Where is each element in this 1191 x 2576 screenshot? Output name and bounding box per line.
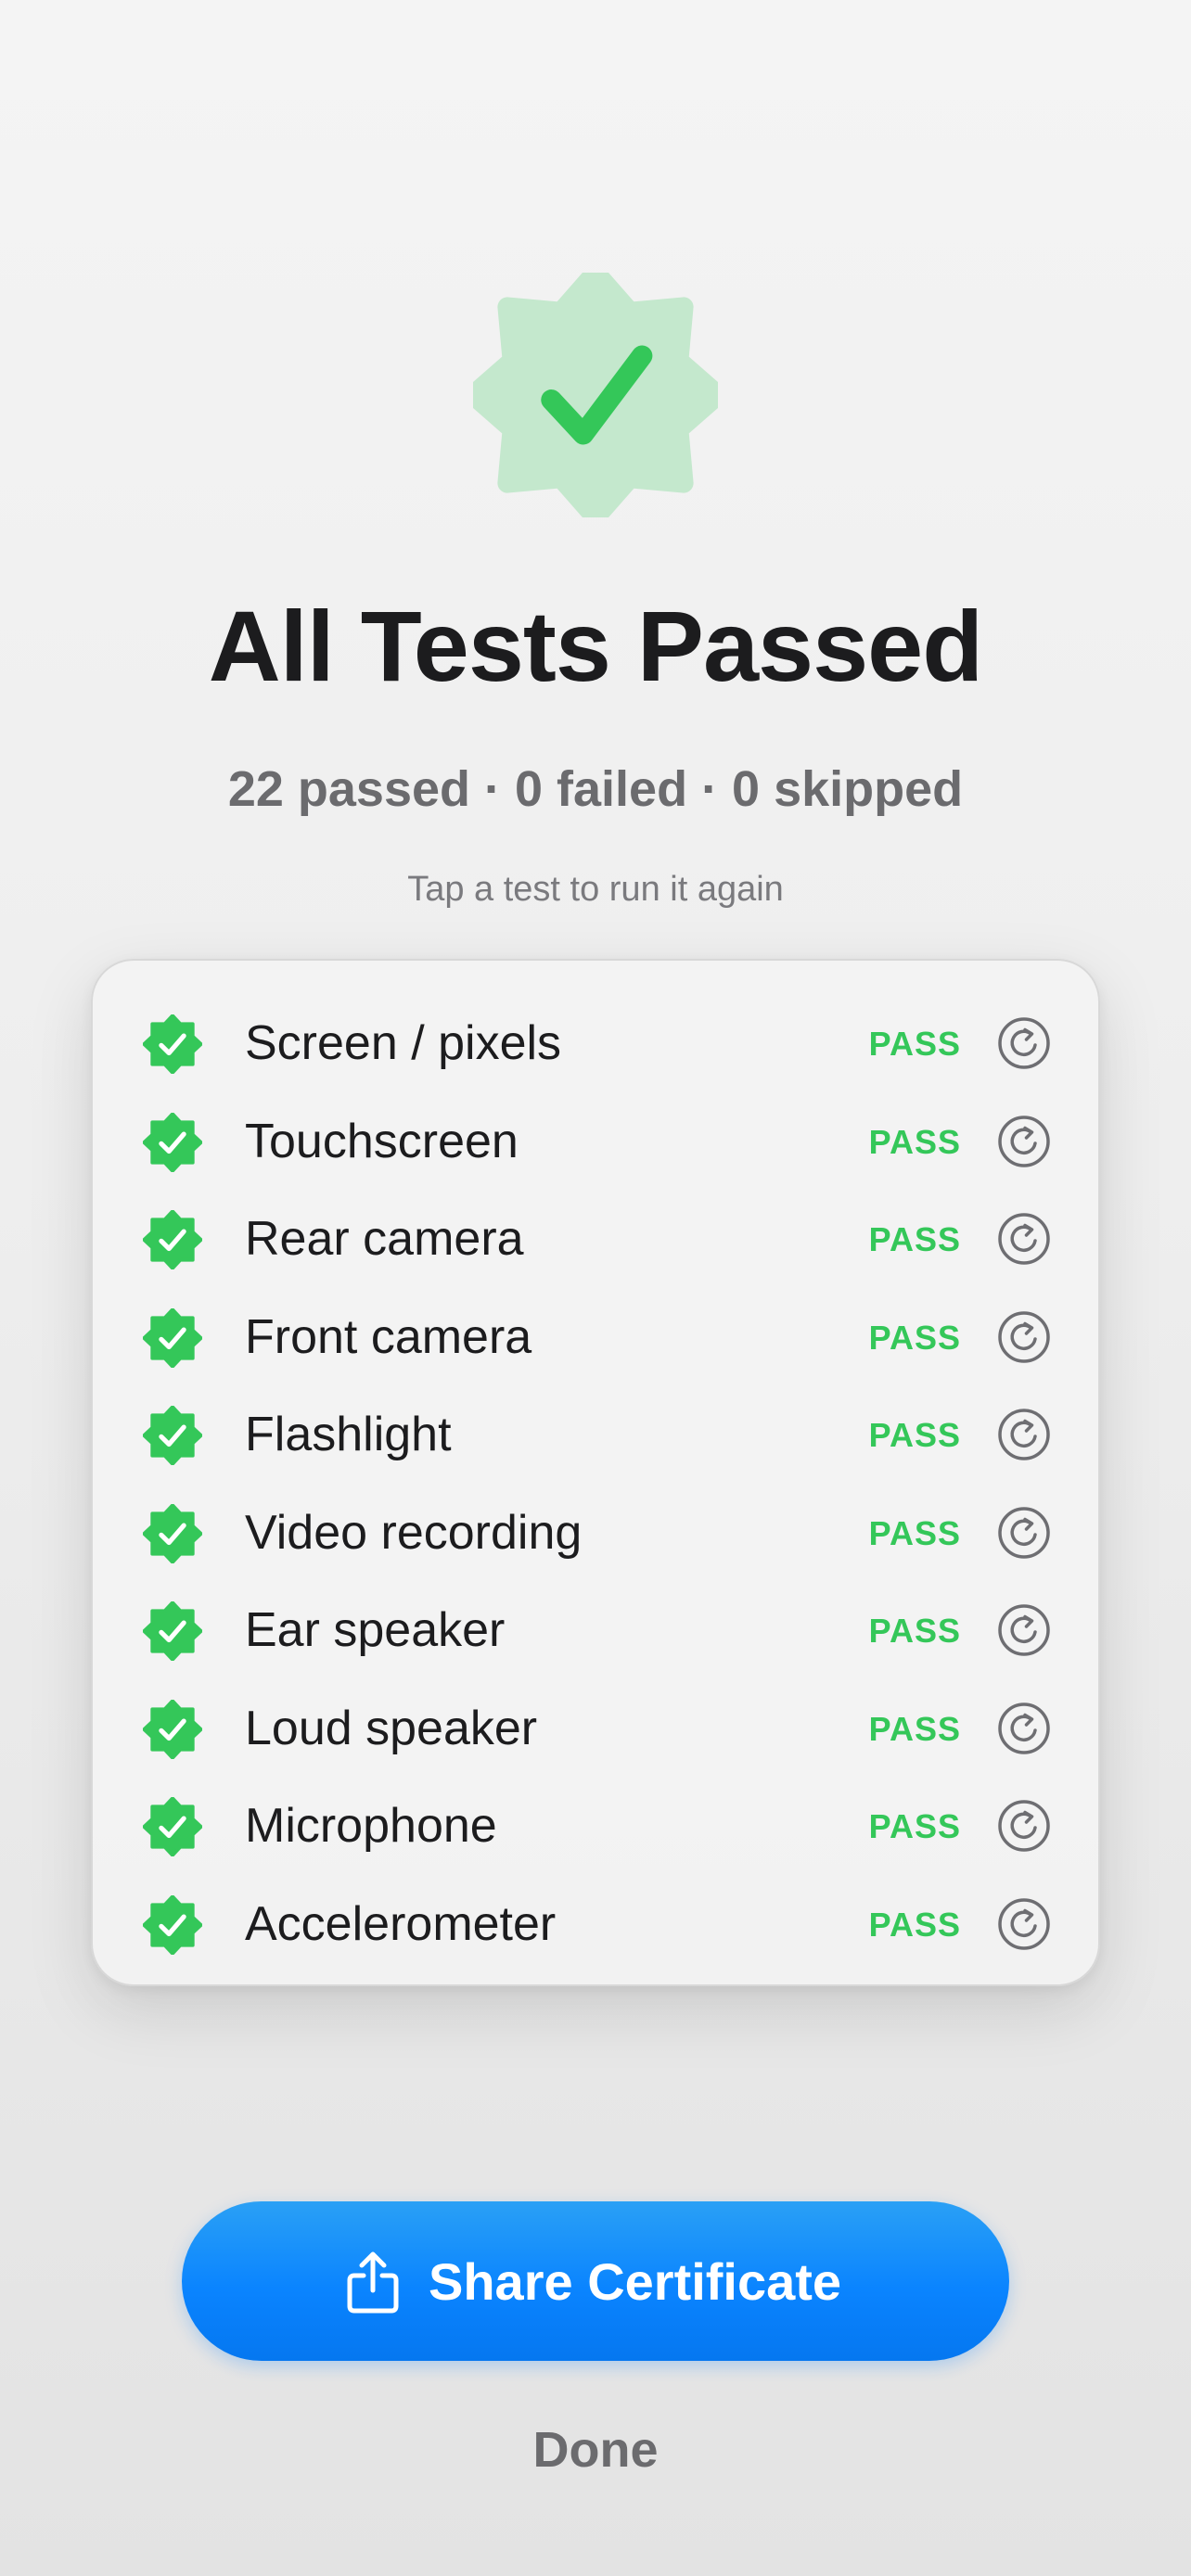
test-row[interactable]: Microphone PASS — [93, 1777, 1098, 1875]
test-name: Accelerometer — [245, 1896, 557, 1951]
checkmark-seal-icon — [143, 1014, 202, 1074]
rerun-arrow-icon[interactable] — [997, 1408, 1051, 1461]
rerun-arrow-icon[interactable] — [997, 1897, 1051, 1951]
pass-status: PASS — [868, 1807, 961, 1845]
pass-status: PASS — [868, 1220, 961, 1258]
checkmark-seal-icon — [143, 1210, 202, 1269]
checkmark-seal-icon — [143, 1797, 202, 1856]
test-name: Flashlight — [245, 1408, 452, 1461]
test-list: Screen / pixels PASS Touchscreen PASS Rear c… — [93, 994, 1098, 1972]
test-name: Video recording — [245, 1505, 583, 1560]
test-name: Loud speaker — [245, 1701, 538, 1755]
done-button[interactable]: Done — [410, 2415, 781, 2485]
rerun-arrow-icon[interactable] — [997, 1212, 1051, 1266]
checkmark-seal-icon — [143, 1503, 202, 1563]
checkmark-seal-icon — [143, 1406, 202, 1465]
pass-status: PASS — [868, 1905, 961, 1944]
pass-status: PASS — [868, 1612, 961, 1650]
checkmark-seal-icon — [143, 1894, 202, 1955]
test-row[interactable]: Screen / pixels PASS — [93, 994, 1098, 1092]
rerun-hint: Tap a test to run it again — [407, 870, 784, 909]
rerun-arrow-icon[interactable] — [997, 1016, 1051, 1070]
checkmark-seal-icon — [143, 1307, 202, 1368]
share-certificate-label: Share Certificate — [429, 2252, 842, 2311]
test-row[interactable]: Flashlight PASS — [93, 1385, 1098, 1484]
test-name: Front camera — [245, 1309, 532, 1364]
test-row[interactable]: Touchscreen PASS — [93, 1092, 1098, 1191]
test-row[interactable]: Video recording PASS — [93, 1484, 1098, 1582]
test-name: Screen / pixels — [245, 1016, 562, 1070]
pass-status: PASS — [868, 1122, 961, 1161]
pass-status: PASS — [868, 1025, 961, 1063]
test-name: Touchscreen — [245, 1114, 519, 1168]
rerun-arrow-icon[interactable] — [997, 1603, 1051, 1657]
pass-status: PASS — [868, 1709, 961, 1748]
pass-status: PASS — [868, 1416, 961, 1454]
share-certificate-button[interactable]: Share Certificate — [182, 2201, 1009, 2361]
checkmark-seal-icon — [143, 1699, 202, 1759]
rerun-arrow-icon[interactable] — [997, 1310, 1051, 1364]
pass-status: PASS — [868, 1318, 961, 1357]
test-name: Microphone — [245, 1799, 497, 1853]
checkmark-seal-icon — [473, 273, 718, 517]
test-results-card: Screen / pixels PASS Touchscreen PASS Rear c… — [91, 959, 1100, 1986]
test-row[interactable]: Rear camera PASS — [93, 1190, 1098, 1288]
rerun-arrow-icon[interactable] — [997, 1799, 1051, 1853]
page-title: All Tests Passed — [208, 590, 983, 702]
checkmark-seal-icon — [143, 1601, 202, 1661]
checkmark-seal-icon — [143, 1112, 202, 1172]
test-row[interactable]: Ear speaker PASS — [93, 1581, 1098, 1679]
results-summary: 22 passed · 0 failed · 0 skipped — [227, 761, 964, 817]
rerun-arrow-icon[interactable] — [997, 1115, 1051, 1168]
test-row[interactable]: Front camera PASS — [93, 1288, 1098, 1386]
test-row[interactable]: Accelerometer PASS — [93, 1875, 1098, 1973]
pass-status: PASS — [868, 1513, 961, 1552]
rerun-arrow-icon[interactable] — [997, 1506, 1051, 1560]
share-icon — [345, 2251, 401, 2315]
test-name: Rear camera — [245, 1212, 524, 1266]
test-name: Ear speaker — [245, 1603, 506, 1657]
rerun-arrow-icon[interactable] — [997, 1702, 1051, 1755]
test-row[interactable]: Loud speaker PASS — [93, 1679, 1098, 1778]
